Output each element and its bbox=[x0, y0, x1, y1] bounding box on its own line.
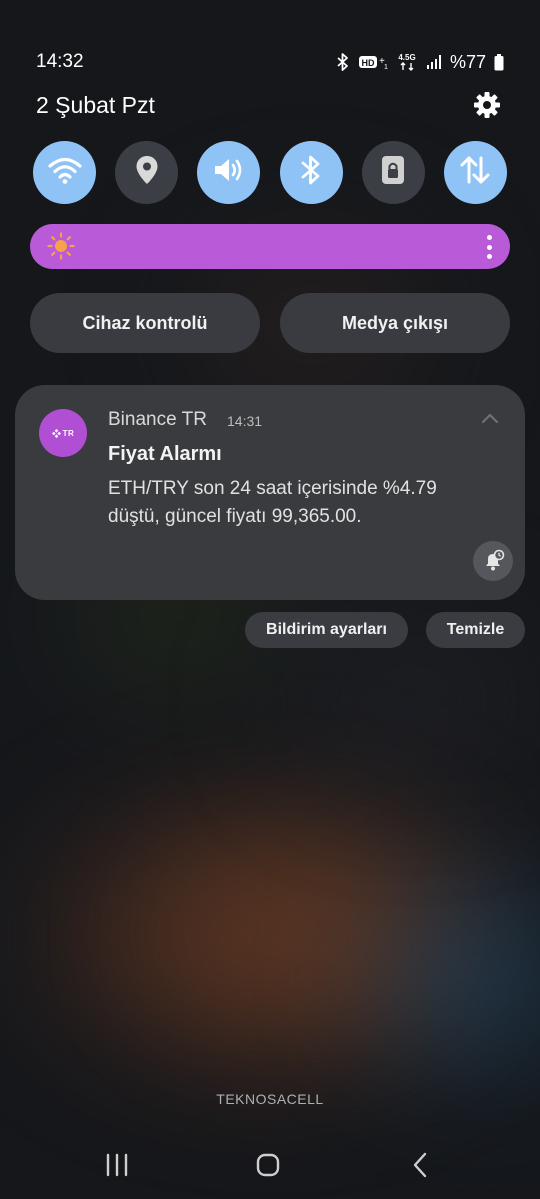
svg-text:1: 1 bbox=[384, 64, 388, 71]
media-output-button[interactable]: Medya çıkışı bbox=[280, 293, 510, 353]
device-control-button[interactable]: Cihaz kontrolü bbox=[30, 293, 260, 353]
svg-text:HD: HD bbox=[361, 58, 374, 68]
recents-icon[interactable] bbox=[97, 1148, 137, 1182]
clear-button[interactable]: Temizle bbox=[426, 612, 525, 648]
4.5g-data-icon: 4.5G bbox=[396, 52, 418, 72]
chevron-up-icon[interactable] bbox=[481, 411, 499, 424]
bluetooth-icon bbox=[300, 154, 322, 191]
volume-icon bbox=[212, 156, 246, 189]
bluetooth-icon bbox=[336, 53, 350, 71]
sun-icon bbox=[47, 232, 75, 260]
signal-icon bbox=[426, 54, 442, 70]
lock-icon bbox=[380, 155, 406, 190]
quick-settings-row bbox=[33, 141, 507, 204]
wifi-icon bbox=[47, 156, 82, 189]
carrier-label: TEKNOSACELL bbox=[216, 1091, 324, 1107]
battery-text: %77 bbox=[449, 51, 486, 72]
notification-card[interactable]: TR Binance TR 14:31 Fiyat Alarmı ETH/TRY… bbox=[15, 385, 525, 600]
navigation-bar bbox=[0, 1148, 540, 1182]
notification-body: ETH/TRY son 24 saat içerisinde %4.79 düş… bbox=[108, 478, 437, 527]
brightness-slider[interactable] bbox=[30, 224, 510, 269]
tile-rotation-lock[interactable] bbox=[361, 141, 425, 204]
battery-icon bbox=[494, 53, 504, 71]
notification-settings-button[interactable]: Bildirim ayarları bbox=[245, 612, 408, 648]
status-icons: HD +1 4.5G %77 bbox=[336, 52, 504, 73]
hd-voice-icon: HD +1 bbox=[358, 53, 388, 71]
tile-location[interactable] bbox=[115, 141, 179, 204]
tile-wifi[interactable] bbox=[33, 141, 96, 204]
svg-text:4.5G: 4.5G bbox=[398, 53, 415, 62]
tile-mobile-data[interactable] bbox=[443, 141, 507, 204]
home-icon[interactable] bbox=[248, 1148, 288, 1182]
status-time: 14:32 bbox=[36, 51, 84, 72]
date-label: 2 Şubat Pzt bbox=[36, 92, 155, 118]
notification-title: Fiyat Alarmı bbox=[108, 443, 222, 465]
location-pin-icon bbox=[135, 155, 159, 190]
snooze-bell-icon[interactable] bbox=[473, 541, 513, 581]
status-bar: 14:32 HD +1 4.5G %77 bbox=[36, 48, 504, 76]
data-transfer-icon bbox=[459, 154, 491, 191]
more-options-icon[interactable] bbox=[486, 235, 492, 259]
settings-gear-icon[interactable] bbox=[472, 90, 502, 120]
binance-app-icon: TR bbox=[39, 409, 87, 457]
tile-bluetooth[interactable] bbox=[279, 141, 343, 204]
notification-time: 14:31 bbox=[227, 413, 263, 429]
app-icon-text: TR bbox=[62, 428, 75, 438]
tile-sound[interactable] bbox=[197, 141, 261, 204]
notification-app-name: Binance TR bbox=[108, 409, 207, 430]
back-icon[interactable] bbox=[400, 1148, 440, 1182]
